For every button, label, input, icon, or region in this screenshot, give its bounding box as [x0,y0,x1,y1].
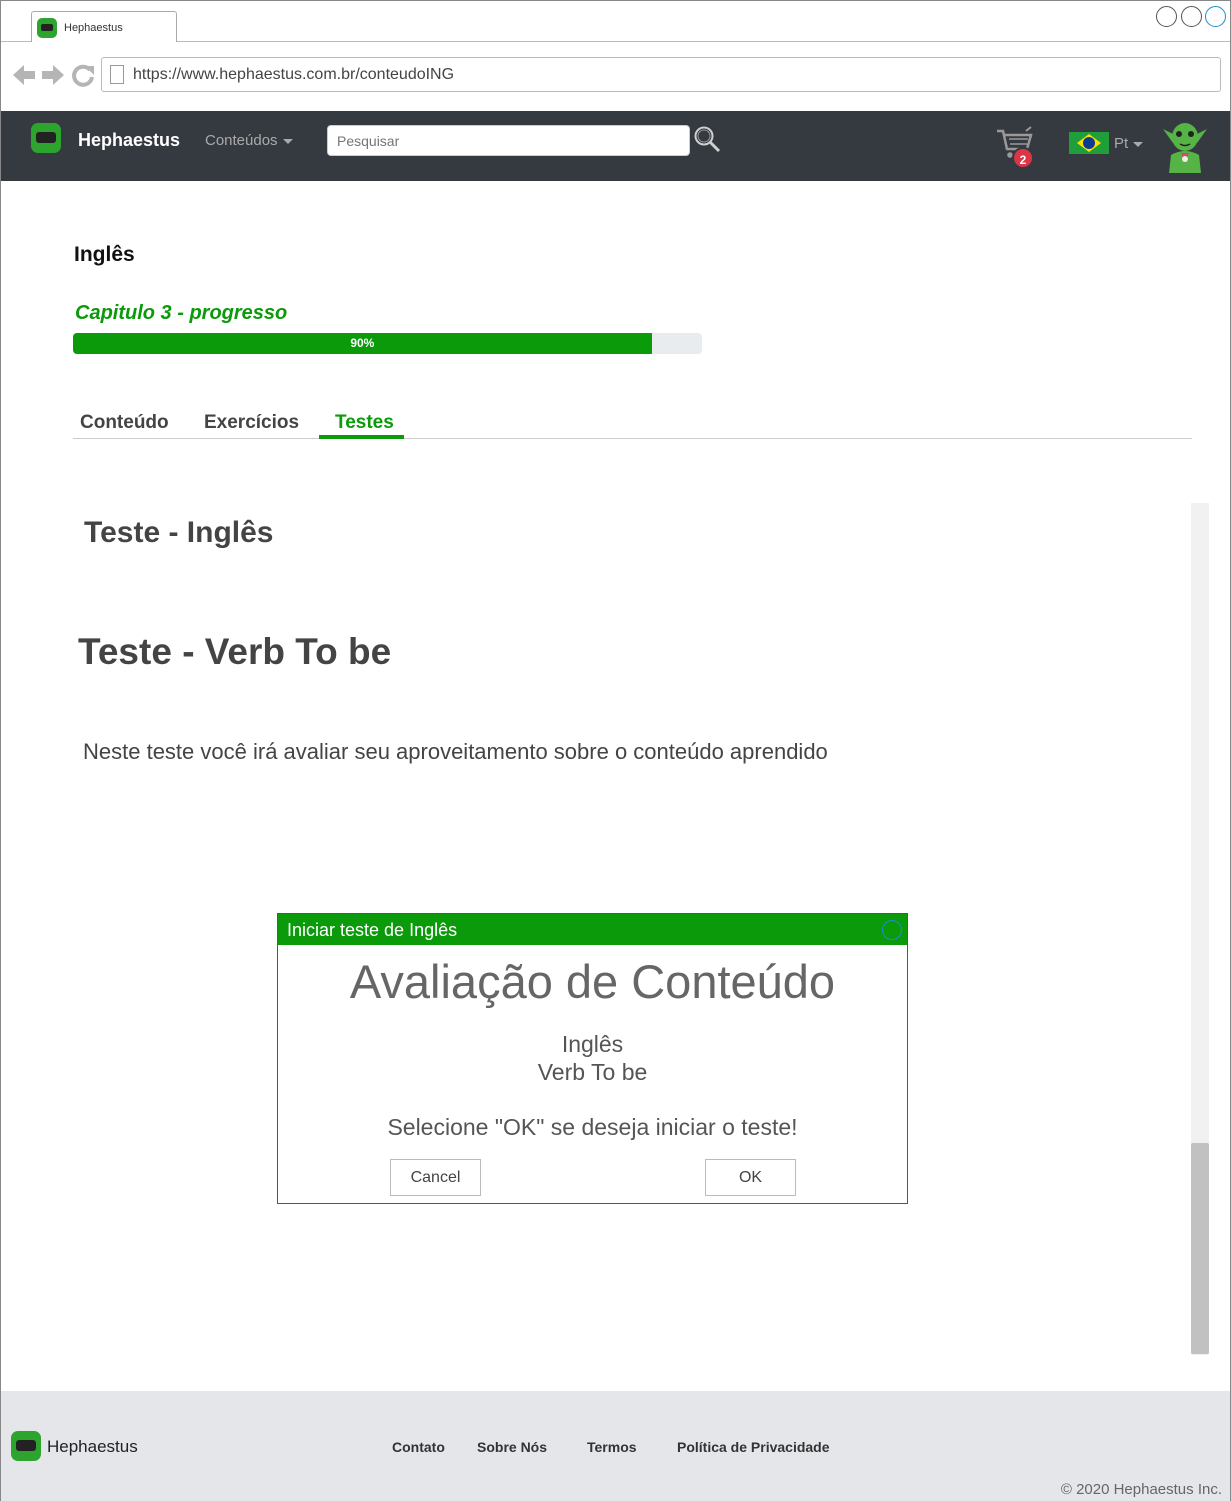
course-title: Inglês [74,243,135,266]
test-title: Teste - Verb To be [78,631,392,672]
cart-count-badge: 2 [1012,147,1034,169]
search-icon[interactable] [693,125,721,153]
browser-tab-bar: Hephaestus [1,1,1230,43]
cancel-button[interactable]: Cancel [390,1159,481,1196]
footer-link-sobre[interactable]: Sobre Nós [477,1439,547,1455]
brazil-flag-icon[interactable] [1069,132,1109,154]
progress-bar-fill: 90% [73,333,652,354]
dialog-topic: Verb To be [537,1059,648,1085]
section-title: Teste - Inglês [84,516,274,549]
dialog-subject: Inglês [561,1031,624,1057]
footer: Hephaestus Contato Sobre Nós Termos Polí… [1,1391,1230,1501]
scrollbar-thumb[interactable] [1191,1143,1209,1354]
brand-link[interactable]: Hephaestus [78,130,180,151]
conteudos-label: Conteúdos [205,132,278,149]
browser-tab[interactable]: Hephaestus [31,11,177,43]
ok-button[interactable]: OK [705,1159,796,1196]
dialog-prompt: Selecione "OK" se deseja iniciar o teste… [387,1114,798,1140]
favicon-icon [37,18,57,38]
language-selector[interactable]: Pt [1114,135,1144,152]
browser-tab-title: Hephaestus [64,22,123,34]
url-field[interactable]: https://www.hephaestus.com.br/conteudoIN… [101,57,1221,92]
back-arrow-icon[interactable] [11,63,37,87]
chevron-down-icon [1133,141,1144,147]
tab-conteudo[interactable]: Conteúdo [80,412,169,434]
page-icon [110,65,124,84]
dialog-header: Iniciar teste de Inglês [278,914,907,945]
footer-link-privacidade[interactable]: Política de Privacidade [677,1439,830,1455]
forward-arrow-icon[interactable] [40,63,66,87]
footer-brand[interactable]: Hephaestus [47,1437,138,1457]
conteudos-dropdown[interactable]: Conteúdos [205,132,293,149]
address-bar: https://www.hephaestus.com.br/conteudoIN… [1,42,1230,111]
close-window-button[interactable] [1205,6,1226,27]
url-text: https://www.hephaestus.com.br/conteudoIN… [133,66,455,83]
app-navbar: Hephaestus Conteúdos 2 Pt [1,111,1230,181]
reload-icon[interactable] [71,63,95,87]
tab-testes[interactable]: Testes [335,412,394,434]
hephaestus-logo-icon[interactable] [31,123,61,153]
browser-window: Hephaestus https://www.hephaestus.com.br… [0,0,1231,1501]
restore-button[interactable] [1181,6,1202,27]
dialog-heading: Avaliação de Conteúdo [349,955,836,1008]
progress-bar: 90% [73,333,702,354]
tab-exercicios[interactable]: Exercícios [204,412,299,434]
test-description: Neste teste você irá avaliar seu aprovei… [83,739,828,764]
footer-link-contato[interactable]: Contato [392,1439,445,1455]
footer-logo-icon[interactable] [11,1431,41,1461]
dialog-close-icon[interactable] [882,920,902,940]
language-label: Pt [1114,135,1129,152]
chevron-down-icon [282,138,293,144]
content-tabs: Conteúdo Exercícios Testes [73,401,1192,439]
progress-label: Capitulo 3 - progresso [75,302,288,324]
minimize-button[interactable] [1156,6,1177,27]
user-avatar-icon[interactable] [1161,115,1209,173]
dialog-title: Iniciar teste de Inglês [287,920,458,940]
active-tab-indicator [319,435,404,439]
start-test-dialog: Iniciar teste de Inglês Avaliação de Con… [277,913,908,1204]
search-input[interactable] [327,125,690,156]
copyright: © 2020 Hephaestus Inc. [1060,1481,1222,1498]
footer-link-termos[interactable]: Termos [587,1439,637,1455]
